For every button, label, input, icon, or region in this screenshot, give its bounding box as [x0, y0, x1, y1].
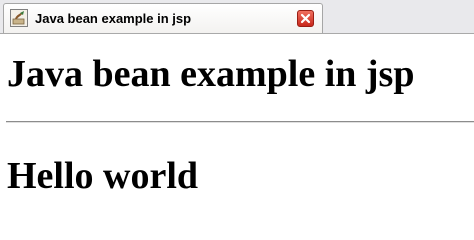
tab-title: Java bean example in jsp [35, 11, 192, 26]
browser-tab-strip: Java bean example in jsp [0, 0, 474, 34]
java-page-icon [10, 9, 28, 27]
close-icon[interactable] [297, 10, 314, 27]
page-title: Java bean example in jsp [7, 53, 415, 95]
browser-tab[interactable]: Java bean example in jsp [3, 3, 323, 33]
horizontal-divider [6, 121, 474, 123]
page-content: Java bean example in jsp Hello world [0, 34, 474, 209]
hello-message: Hello world [7, 155, 199, 197]
